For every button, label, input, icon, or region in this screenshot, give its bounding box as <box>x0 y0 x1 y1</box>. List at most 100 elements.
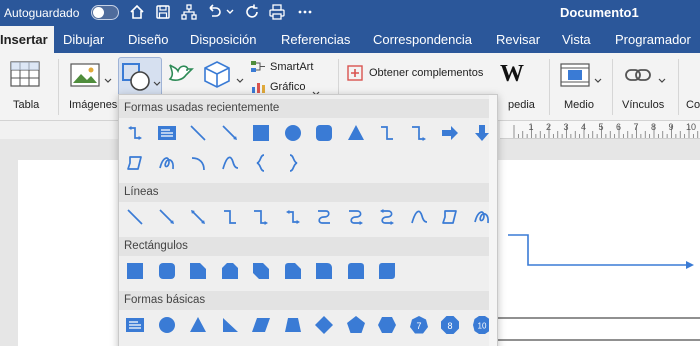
chevron-down-icon[interactable] <box>225 3 235 21</box>
tab-vista[interactable]: Vista <box>562 32 591 47</box>
imagenes-button[interactable]: Imágenes <box>66 59 118 115</box>
title-bar: Autoguardado Documento1 <box>0 0 700 26</box>
autosave-toggle[interactable] <box>91 5 119 20</box>
arrow-line-icon[interactable] <box>157 207 177 227</box>
add-ins-icon <box>347 65 363 81</box>
tab-disposicion[interactable]: Disposición <box>190 32 256 47</box>
rounded-rectangle-icon[interactable] <box>314 123 334 143</box>
horizontal-ruler[interactable]: 1 2 3 4 5 6 7 8 9 10 <box>500 121 700 139</box>
tab-revisar[interactable]: Revisar <box>496 32 540 47</box>
text-box-icon[interactable] <box>157 123 177 143</box>
curve-icon[interactable] <box>409 207 429 227</box>
elbow-double-arrow-icon[interactable] <box>125 123 145 143</box>
snip-corner-rectangle-icon[interactable] <box>188 261 208 281</box>
curved-connector-icon[interactable] <box>314 207 334 227</box>
double-arrow-line-icon[interactable] <box>188 207 208 227</box>
snip-diagonal-rectangle-icon[interactable] <box>251 261 271 281</box>
round-corner-rectangle-icon[interactable] <box>314 261 334 281</box>
curved-double-arrow-icon[interactable] <box>377 207 397 227</box>
tab-insertar[interactable]: Insertar <box>0 26 54 53</box>
chevron-down-icon <box>236 71 244 89</box>
vinculos-button[interactable]: Vínculos <box>618 59 674 115</box>
iconos-button[interactable] <box>166 59 196 89</box>
rectangle-icon[interactable] <box>251 123 271 143</box>
elbow-connector-icon[interactable] <box>377 123 397 143</box>
text-box-icon[interactable] <box>125 315 145 335</box>
tab-correspondencia[interactable]: Correspondencia <box>373 32 472 47</box>
chevron-down-icon <box>153 74 161 92</box>
round-diagonal-rectangle-icon[interactable] <box>377 261 397 281</box>
wikipedia-button[interactable]: W pedia <box>496 59 546 115</box>
curve-icon[interactable] <box>220 153 240 173</box>
formas-button[interactable] <box>118 57 162 97</box>
smartart-icon <box>251 61 265 72</box>
tab-diseno[interactable]: Diseño <box>128 32 168 47</box>
obtener-complementos-button[interactable]: Obtener complementos <box>347 65 487 83</box>
elbow-double-arrow-icon[interactable] <box>283 207 303 227</box>
ruler-left <box>0 121 118 139</box>
diamond-icon[interactable] <box>314 315 334 335</box>
section-header-basic-shapes: Formas básicas <box>119 291 497 310</box>
bird-icon <box>168 64 194 81</box>
arrow-line-icon[interactable] <box>220 123 240 143</box>
elbow-arrow-connector-icon[interactable] <box>251 207 271 227</box>
tab-dibujar[interactable]: Dibujar <box>63 32 104 47</box>
separator <box>58 59 59 115</box>
print-icon[interactable] <box>268 3 286 21</box>
ruler-number: 4 <box>581 122 587 132</box>
medio-button[interactable]: Medio <box>556 59 606 115</box>
home-icon[interactable] <box>128 3 146 21</box>
tree-structure-icon[interactable] <box>180 3 198 21</box>
right-arrow-icon[interactable] <box>440 123 460 143</box>
ruler-number: 9 <box>668 122 674 132</box>
round-two-corner-rectangle-icon[interactable] <box>346 261 366 281</box>
right-brace-icon[interactable] <box>283 153 303 173</box>
save-icon[interactable] <box>154 3 172 21</box>
rounded-rectangle-icon[interactable] <box>157 261 177 281</box>
line-icon[interactable] <box>188 123 208 143</box>
octagon-icon[interactable]: 8 <box>440 315 460 335</box>
modelos-3d-button[interactable] <box>202 59 246 89</box>
tabla-button[interactable]: Tabla <box>4 59 48 115</box>
more-icon[interactable] <box>296 3 314 21</box>
elbow-connector-icon[interactable] <box>220 207 240 227</box>
section-header-lines: Líneas <box>119 183 497 202</box>
tab-referencias[interactable]: Referencias <box>281 32 350 47</box>
snip-two-corner-rectangle-icon[interactable] <box>220 261 240 281</box>
tab-programador[interactable]: Programador <box>615 32 691 47</box>
separator <box>549 59 550 115</box>
freeform-icon[interactable] <box>440 207 460 227</box>
parallelogram-icon[interactable] <box>251 315 271 335</box>
chevron-down-icon <box>658 71 666 89</box>
cube-icon <box>204 61 230 88</box>
section-header-rectangles: Rectángulos <box>119 237 497 256</box>
undo-icon[interactable] <box>205 3 223 21</box>
vinculos-label: Vínculos <box>622 99 665 111</box>
redo-icon[interactable] <box>243 3 261 21</box>
line-icon[interactable] <box>125 207 145 227</box>
heptagon-icon[interactable]: 7 <box>409 315 429 335</box>
scribble-icon[interactable] <box>157 153 177 173</box>
freeform-icon[interactable] <box>125 153 145 173</box>
oval-icon[interactable] <box>283 123 303 143</box>
trapezoid-icon[interactable] <box>283 315 303 335</box>
smartart-button[interactable]: SmartArt <box>250 59 334 77</box>
comentario-label[interactable]: Co <box>686 99 700 111</box>
right-triangle-icon[interactable] <box>220 315 240 335</box>
grafico-label: Gráfico <box>270 81 306 93</box>
smartart-label: SmartArt <box>270 61 314 73</box>
triangle-icon[interactable] <box>346 123 366 143</box>
pentagon-icon[interactable] <box>346 315 366 335</box>
left-brace-icon[interactable] <box>251 153 271 173</box>
panel-scrollbar[interactable] <box>489 95 497 346</box>
curved-arrow-connector-icon[interactable] <box>346 207 366 227</box>
shapes-icon <box>122 63 150 91</box>
wikipedia-label: pedia <box>508 99 535 111</box>
rectangle-icon[interactable] <box>125 261 145 281</box>
triangle-icon[interactable] <box>188 315 208 335</box>
oval-icon[interactable] <box>157 315 177 335</box>
elbow-arrow-connector-icon[interactable] <box>409 123 429 143</box>
snip-round-rectangle-icon[interactable] <box>283 261 303 281</box>
arc-icon[interactable] <box>188 153 208 173</box>
hexagon-icon[interactable] <box>377 315 397 335</box>
